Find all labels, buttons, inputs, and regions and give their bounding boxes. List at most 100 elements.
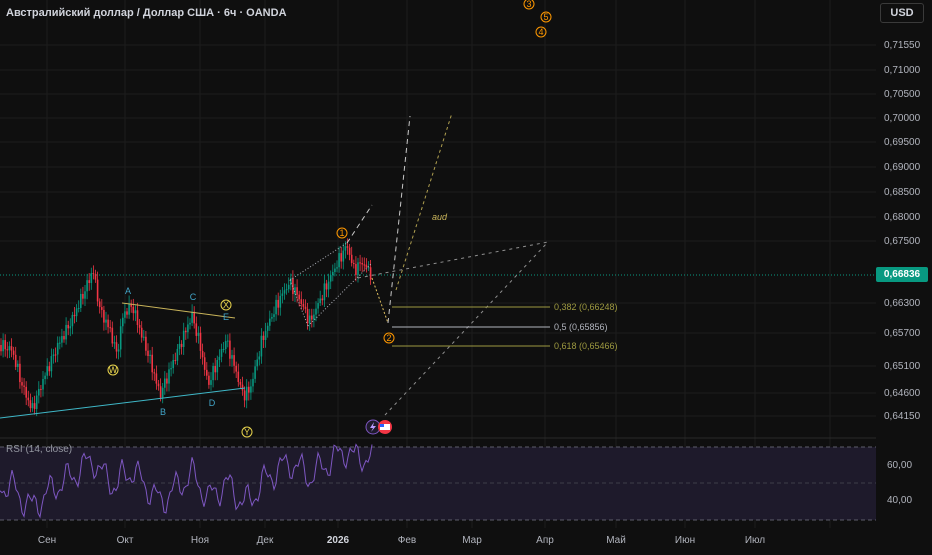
candle-body (182, 330, 185, 347)
candle-body (132, 306, 135, 314)
candle-body (17, 363, 19, 367)
candle-body (361, 262, 363, 265)
candle-body (50, 356, 53, 372)
candle-body (327, 281, 330, 290)
candle-body (233, 355, 235, 366)
text-note[interactable]: aud (432, 212, 448, 222)
candle-body (311, 315, 313, 320)
candle-body (197, 332, 200, 336)
chart-root[interactable]: 0,382 (0,66248) 0,5 (0,65856) 0,618 (0,6… (0, 0, 932, 550)
candle-body (199, 332, 202, 351)
candle-body (111, 327, 114, 344)
candle-body (170, 368, 172, 370)
candle-body (115, 342, 118, 352)
candle-body (302, 303, 305, 307)
candle-body (75, 308, 78, 317)
time-label: Дек (257, 535, 274, 546)
wave-label-b: B (160, 407, 166, 417)
price-label: 0,65100 (884, 361, 921, 372)
candle-body (80, 293, 82, 308)
candle-body (218, 356, 221, 361)
candle-body (369, 267, 372, 280)
candle-body (243, 390, 246, 401)
candle-body (23, 385, 25, 387)
price-label: 0,65700 (884, 328, 921, 339)
candle-body (56, 342, 59, 355)
svg-text:4: 4 (538, 27, 543, 37)
wave-label-d: D (209, 398, 216, 408)
candle-body (82, 293, 84, 299)
candle-body (262, 335, 265, 340)
candle-body (296, 287, 298, 295)
candle-body (266, 325, 269, 331)
candle-body (269, 318, 271, 326)
candle-body (2, 340, 4, 352)
candle-body (229, 340, 231, 359)
price-chart[interactable]: 0,382 (0,66248) 0,5 (0,65856) 0,618 (0,6… (0, 0, 932, 550)
candle-body (122, 317, 124, 327)
chart-title[interactable]: Австралийский доллар / Доллар США · 6ч ·… (6, 7, 287, 19)
candle-body (340, 253, 342, 262)
candle-body (178, 343, 181, 349)
candle-body (48, 366, 51, 372)
fib-label: 0,618 (0,65466) (554, 341, 618, 351)
svg-text:Y: Y (244, 427, 250, 437)
candle-body (348, 247, 351, 255)
rsi-panel (0, 437, 876, 521)
candle-body (338, 253, 340, 268)
candle-body (151, 354, 153, 373)
candle-body (143, 336, 145, 338)
candle-body (290, 278, 292, 285)
price-label: 0,66300 (884, 298, 921, 309)
time-label: Июн (675, 535, 695, 546)
time-label: Сен (38, 535, 56, 546)
wave-label-a: A (125, 286, 131, 296)
candle-body (329, 275, 332, 282)
candle-body (44, 375, 46, 380)
candle-body (237, 371, 240, 382)
current-price-badge: 0,66836 (876, 267, 928, 282)
candle-body (0, 345, 2, 352)
candle-body (264, 330, 267, 340)
time-label-year: 2026 (327, 535, 350, 546)
candle-body (84, 291, 86, 299)
candle-body (107, 319, 109, 328)
candle-body (271, 317, 273, 319)
wave-label-c: C (190, 292, 197, 302)
candle-body (109, 327, 111, 329)
candle-body (304, 306, 307, 309)
candle-body (103, 309, 105, 323)
candle-body (10, 346, 13, 351)
candle-body (334, 268, 336, 273)
candle-body (248, 386, 250, 393)
candle-body (6, 349, 9, 351)
candle-body (180, 343, 183, 347)
candle-body (33, 403, 36, 409)
candle-body (332, 272, 334, 276)
candle-body (357, 262, 359, 275)
candle-body (319, 298, 321, 304)
time-label: Апр (536, 535, 554, 546)
time-label: Окт (117, 535, 134, 546)
candle-body (42, 379, 44, 390)
candle-body (359, 262, 361, 264)
candle-body (164, 378, 166, 388)
candle-body (315, 308, 317, 315)
candle-body (336, 267, 338, 269)
candle-body (52, 354, 55, 357)
candle-body (67, 324, 69, 329)
price-label: 0,70000 (884, 113, 921, 124)
candle-body (88, 280, 90, 283)
candle-body (14, 354, 17, 367)
candle-body (126, 311, 128, 315)
candle-body (323, 283, 326, 301)
candle-body (90, 273, 93, 283)
candle-body (363, 264, 366, 266)
svg-text:1: 1 (339, 228, 344, 238)
svg-text:2: 2 (386, 333, 391, 343)
rsi-legend[interactable]: RSI (14, close) (6, 444, 72, 455)
candle-body (12, 350, 15, 355)
currency-button[interactable]: USD (880, 3, 924, 23)
candle-body (40, 388, 42, 390)
candle-body (224, 340, 227, 350)
